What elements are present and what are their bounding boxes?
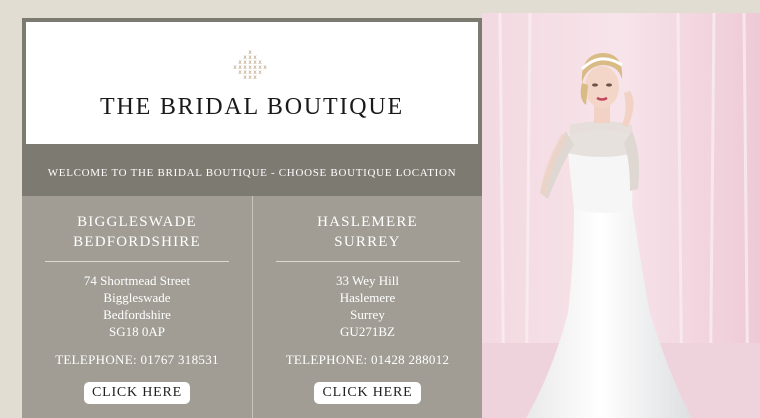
location-name: BIGGLESWADE BEDFORDSHIRE <box>22 212 252 252</box>
logo-card: x xxx xxxxx xxxxxxx xxxxx xxx THE BRIDAL… <box>26 22 478 144</box>
address-postcode: SG18 0AP <box>109 324 165 339</box>
location-haslemere: HASLEMERE SURREY 33 Wey Hill Haslemere S… <box>252 196 482 418</box>
site-title: THE BRIDAL BOUTIQUE <box>100 94 404 120</box>
biggleswade-click-here-button[interactable]: CLICK HERE <box>83 382 191 404</box>
bride-photo <box>482 13 760 418</box>
welcome-banner: WELCOME TO THE BRIDAL BOUTIQUE - CHOOSE … <box>22 148 482 196</box>
logo-header: x xxx xxxxx xxxxxxx xxxxx xxx THE BRIDAL… <box>22 18 482 148</box>
svg-text:x: x <box>243 74 247 81</box>
svg-text:x: x <box>258 69 262 76</box>
location-address: 33 Wey Hill Haslemere Surrey GU271BZ <box>253 272 482 340</box>
svg-text:x: x <box>253 74 257 81</box>
address-street: 74 Shortmead Street <box>83 273 191 288</box>
address-street: 33 Wey Hill <box>336 273 399 288</box>
address-postcode: GU271BZ <box>340 324 395 339</box>
location-town: HASLEMERE <box>317 214 418 230</box>
address-town: Haslemere <box>339 290 396 305</box>
divider <box>45 261 229 262</box>
location-town: BIGGLESWADE <box>77 214 197 230</box>
location-telephone: TELEPHONE: 01767 318531 <box>55 352 219 367</box>
location-biggleswade: BIGGLESWADE BEDFORDSHIRE 74 Shortmead St… <box>22 196 252 418</box>
cross-stitch-diamond-icon: x xxx xxxxx xxxxxxx xxxxx xxx <box>233 49 267 81</box>
address-county: Surrey <box>350 307 385 322</box>
location-telephone: TELEPHONE: 01428 288012 <box>285 352 450 367</box>
svg-text:x: x <box>248 74 252 81</box>
svg-text:x: x <box>238 69 242 76</box>
svg-text:x: x <box>233 64 237 71</box>
location-county: SURREY <box>334 234 401 250</box>
haslemere-click-here-button[interactable]: CLICK HERE <box>314 382 421 404</box>
address-county: Bedfordshire <box>103 307 171 322</box>
svg-text:x: x <box>263 64 267 71</box>
location-address: 74 Shortmead Street Biggleswade Bedfords… <box>22 272 252 340</box>
divider <box>275 261 460 262</box>
location-county: BEDFORDSHIRE <box>73 234 201 250</box>
location-name: HASLEMERE SURREY <box>253 212 482 252</box>
address-town: Biggleswade <box>103 290 171 305</box>
bride-illustration <box>482 13 760 418</box>
boutique-panel: x xxx xxxxx xxxxxxx xxxxx xxx THE BRIDAL… <box>22 18 482 418</box>
